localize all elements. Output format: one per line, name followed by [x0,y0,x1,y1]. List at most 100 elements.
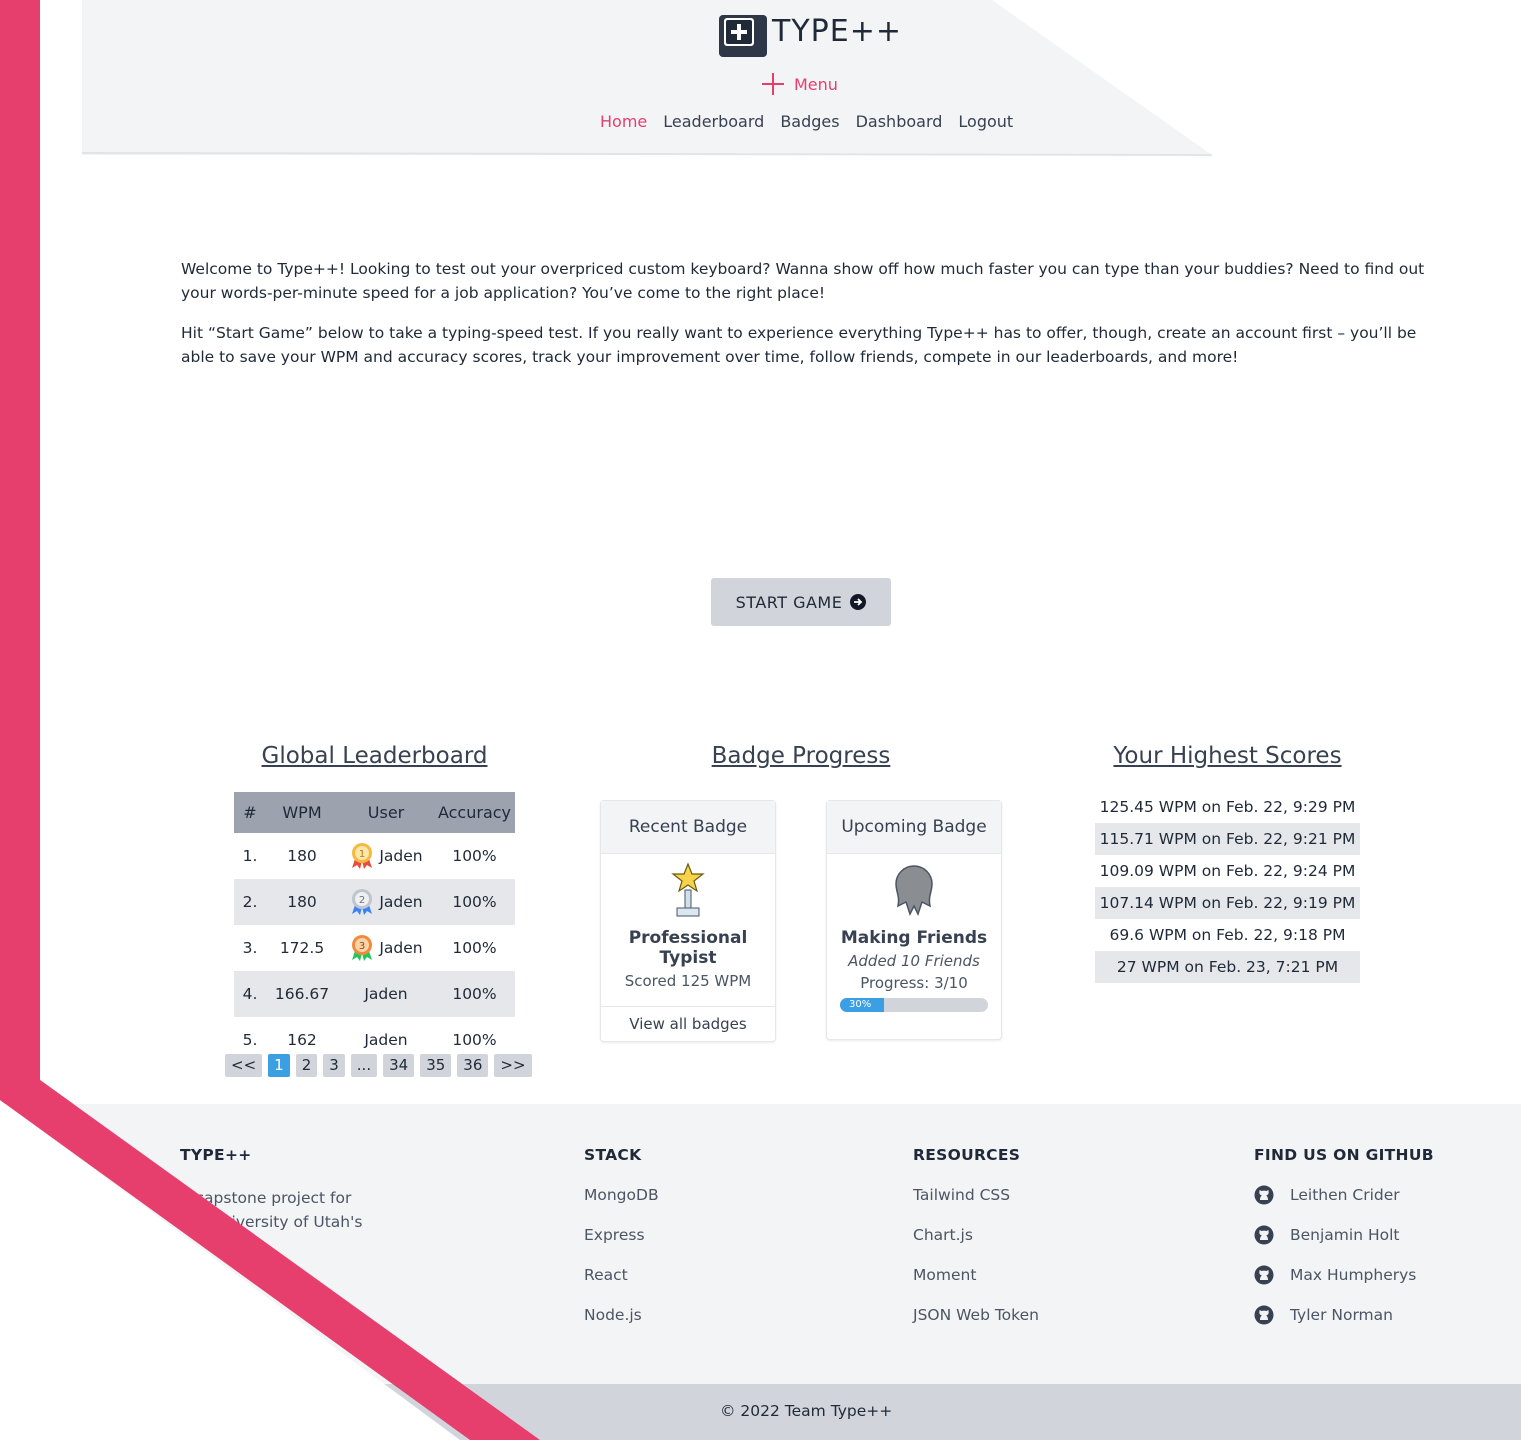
github-icon [1254,1185,1274,1205]
rank-cell: 4. [234,971,266,1017]
github-icon [1254,1225,1274,1245]
table-row: 1. 180 1 Jaden 100% [234,833,515,879]
page-button[interactable]: 35 [420,1054,452,1077]
github-link[interactable]: Leithen Crider [1254,1185,1400,1205]
pagination: << 1 2 3 ... 34 35 36 >> [225,1054,532,1077]
nav-home[interactable]: Home [600,112,647,131]
footer-link-mongodb[interactable]: MongoDB [584,1186,659,1204]
github-user-name[interactable]: Leithen Crider [1290,1186,1400,1204]
main-nav: Home Leaderboard Badges Dashboard Logout [600,112,1013,131]
footer-link-react[interactable]: React [584,1266,628,1284]
score-item: 125.45 WPM on Feb. 22, 9:29 PM [1099,798,1356,816]
recent-badge-description: Scored 125 WPM [624,972,752,990]
column-header: # [234,792,266,833]
table-row: 2. 180 2 Jaden 100% [234,879,515,925]
gold-medal-icon: 1 [352,843,373,869]
page-ellipsis: ... [350,1054,378,1077]
upcoming-badge-header: Upcoming Badge [827,801,1001,854]
intro-paragraph-1: Welcome to Type++! Looking to test out y… [181,260,1425,302]
logo-icon[interactable] [719,15,767,57]
github-user-name[interactable]: Max Humpherys [1290,1266,1416,1284]
user-cell: 3 Jaden [338,925,434,971]
brand-name[interactable]: TYPE++ [772,14,902,49]
github-link[interactable]: Benjamin Holt [1254,1225,1399,1245]
github-user-name[interactable]: Tyler Norman [1290,1306,1393,1324]
ribbon-badge-icon [895,865,933,916]
leaderboard-title[interactable]: Global Leaderboard [234,743,515,769]
user-name[interactable]: Jaden [379,939,422,957]
page-button[interactable]: 3 [323,1054,345,1077]
start-game-button[interactable]: START GAME [711,578,891,626]
page-button[interactable]: 36 [457,1054,489,1077]
footer-link-nodejs[interactable]: Node.js [584,1306,642,1324]
menu-toggle[interactable]: Menu [762,72,838,96]
leaderboard-table: # WPM User Accuracy 1. 180 1 Jaden 100% … [234,792,515,1063]
footer-stack-heading: STACK [584,1146,642,1164]
user-cell: 1 Jaden [338,833,434,879]
arrow-right-circle-icon [850,594,867,610]
accuracy-cell: 100% [434,971,515,1017]
user-name[interactable]: Jaden [379,893,422,911]
table-row: 4. 166.67 Jaden 100% [234,971,515,1017]
recent-badge-name: Professional Typist [628,928,748,968]
column-header: User [338,792,434,833]
score-item: 69.6 WPM on Feb. 22, 9:18 PM [1109,926,1346,944]
trophy-star-icon [671,862,705,917]
score-item: 107.14 WPM on Feb. 22, 9:19 PM [1095,887,1360,919]
footer-link-moment[interactable]: Moment [913,1266,976,1284]
badge-progress-title[interactable]: Badge Progress [660,743,942,769]
page-button[interactable]: 34 [383,1054,415,1077]
recent-badge-body: Professional Typist Scored 125 WPM [601,854,775,1006]
user-name[interactable]: Jaden [379,847,422,865]
upcoming-badge-body: Making Friends Added 10 Friends Progress… [827,854,1001,1012]
menu-label: Menu [794,74,838,94]
silver-medal-icon: 2 [352,889,373,915]
column-header: Accuracy [434,792,515,833]
intro-text: Welcome to Type++! Looking to test out y… [181,257,1426,385]
wpm-cell: 172.5 [279,939,325,957]
nav-logout[interactable]: Logout [958,112,1013,131]
footer-link-chartjs[interactable]: Chart.js [913,1226,973,1244]
rank-cell: 2. [234,879,266,925]
github-user-name[interactable]: Benjamin Holt [1290,1226,1399,1244]
github-icon [1254,1305,1274,1325]
highest-scores-title[interactable]: Your Highest Scores [1095,743,1360,769]
page-first[interactable]: << [225,1054,263,1077]
page-button[interactable]: 1 [268,1054,290,1077]
nav-dashboard[interactable]: Dashboard [856,112,943,131]
score-item: 109.09 WPM on Feb. 22, 9:24 PM [1099,862,1356,880]
recent-badge-card: Recent Badge Professional Typist Scored … [600,800,776,1042]
footer-link-express[interactable]: Express [584,1226,645,1244]
svg-text:3: 3 [359,941,365,952]
bronze-medal-icon: 3 [352,935,373,961]
accuracy-cell: 100% [434,879,515,925]
column-header: WPM [266,792,338,833]
svg-text:2: 2 [359,895,365,906]
nav-badges[interactable]: Badges [780,112,839,131]
table-header-row: # WPM User Accuracy [234,792,515,833]
footer-link-jwt[interactable]: JSON Web Token [913,1306,1039,1324]
footer-resources-heading: RESOURCES [913,1146,1021,1164]
upcoming-badge-name: Making Friends [840,928,988,948]
highest-scores-list: 125.45 WPM on Feb. 22, 9:29 PM 115.71 WP… [1095,791,1360,983]
github-icon [1254,1265,1274,1285]
wpm-cell: 166.67 [266,971,338,1017]
page-button[interactable]: 2 [295,1054,318,1077]
github-link[interactable]: Max Humpherys [1254,1265,1416,1285]
start-game-label: START GAME [735,592,843,612]
nav-leaderboard[interactable]: Leaderboard [663,112,764,131]
plus-icon [762,73,784,95]
footer-link-tailwind[interactable]: Tailwind CSS [913,1186,1010,1204]
footer-github-heading: FIND US ON GITHUB [1254,1146,1434,1164]
footer-about-text: A capstone project for the University of… [180,1189,363,1231]
score-item: 115.71 WPM on Feb. 22, 9:21 PM [1095,823,1360,855]
user-cell[interactable]: Jaden [338,971,434,1017]
badge-progress-fill: 30% [840,998,885,1012]
view-all-badges-link[interactable]: View all badges [601,1006,775,1041]
page-last[interactable]: >> [494,1054,532,1077]
wpm-cell: 180 [287,847,317,865]
score-item: 27 WPM on Feb. 23, 7:21 PM [1095,951,1360,983]
rank-cell: 1. [242,847,258,865]
table-row: 3. 172.5 3 Jaden 100% [234,925,515,971]
github-link[interactable]: Tyler Norman [1254,1305,1393,1325]
